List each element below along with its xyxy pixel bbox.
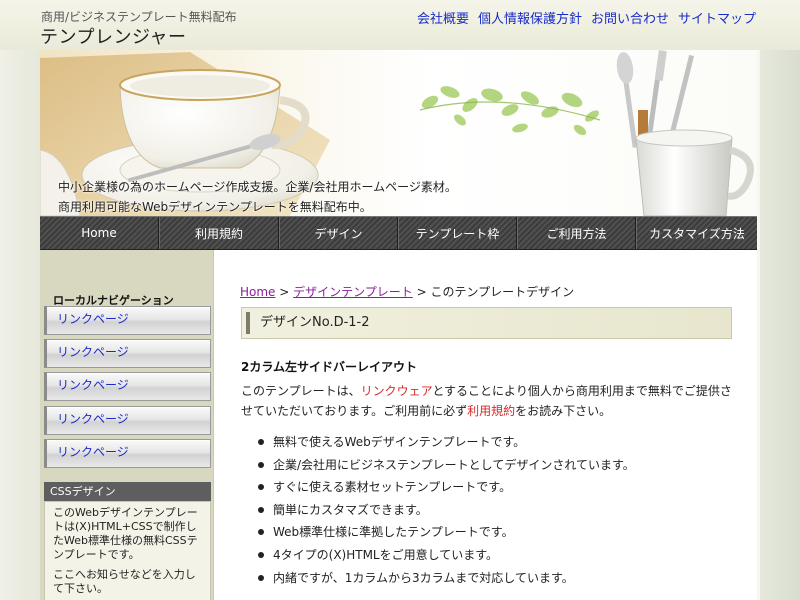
intro-text-3: をお読み下さい。 — [515, 404, 612, 418]
linkware-link[interactable]: リンクウェア — [361, 384, 433, 398]
css-design-box-body: このWebデザインテンプレートは(X)HTML+CSSで制作したWeb標準仕様の… — [44, 501, 211, 600]
feature-list-item: 4タイプの(X)HTMLをご用意しています。 — [254, 544, 744, 567]
feature-list-item: 簡単にカスタマズできます。 — [254, 499, 744, 522]
intro-text-1: このテンプレートは、 — [241, 384, 361, 398]
breadcrumb-separator: > — [412, 285, 431, 299]
feature-list-item: 企業/会社用にビジネステンプレートとしてデザインされています。 — [254, 454, 744, 477]
terms-link[interactable]: 利用規約 — [467, 404, 515, 418]
main-content: Home > デザインテンプレート > このテンプレートデザイン デザインNo.… — [214, 250, 757, 600]
feature-list-item: 内緒ですが、1カラムから3カラムまで対応しています。 — [254, 567, 744, 590]
nav-home[interactable]: Home — [40, 217, 159, 249]
css-design-box-text: このWebデザインテンプレートは(X)HTML+CSSで制作したWeb標準仕様の… — [53, 506, 198, 561]
top-link-contact[interactable]: お問い合わせ — [591, 8, 669, 27]
hero-banner: 中小企業様の為のホームページ作成支援。企業/会社用ホームページ素材。 商用利用可… — [40, 50, 757, 216]
css-design-box-title: CSSデザイン — [44, 482, 211, 501]
sidebar: ローカルナビゲーション リンクページ リンクページ リンクページ リンクページ … — [40, 250, 214, 600]
top-link-sitemap[interactable]: サイトマップ — [678, 8, 756, 27]
hero-caption-line1: 中小企業様の為のホームページ作成支援。企業/会社用ホームページ素材。 — [58, 180, 457, 194]
section-title: 2カラム左サイドバーレイアウト — [241, 360, 417, 374]
top-links: 会社概要 個人情報保護方針 お問い合わせ サイトマップ — [417, 8, 756, 27]
sidebar-link-2[interactable]: リンクページ — [44, 339, 211, 368]
hero-caption: 中小企業様の為のホームページ作成支援。企業/会社用ホームページ素材。 商用利用可… — [58, 177, 457, 216]
heading-marker — [246, 312, 250, 334]
sidebar-link-5[interactable]: リンクページ — [44, 439, 211, 468]
breadcrumb-current: このテンプレートデザイン — [430, 285, 575, 299]
feature-list-item: すぐに使える素材セットテンプレートです。 — [254, 476, 744, 499]
hero-caption-line2: 商用利用可能なWebデザインテンプレートを無料配布中。 — [58, 200, 372, 214]
intro-paragraph: このテンプレートは、リンクウェアとすることにより個人から商用利用まで無料でご提供… — [241, 381, 741, 421]
nav-terms[interactable]: 利用規約 — [159, 217, 279, 249]
nav-template-frame[interactable]: テンプレート枠 — [398, 217, 517, 249]
site-logo[interactable]: テンプレンジャー — [40, 23, 187, 49]
feature-list-item: 無料で使えるWebデザインテンプレートです。 — [254, 431, 744, 454]
breadcrumb-home[interactable]: Home — [240, 285, 275, 299]
sidebar-link-1[interactable]: リンクページ — [44, 306, 211, 335]
feature-list-item: Web標準仕様に準拠したテンプレートです。 — [254, 521, 744, 544]
global-nav: Home 利用規約 デザイン テンプレート枠 ご利用方法 カスタマイズ方法 — [40, 216, 757, 250]
sidebar-link-4[interactable]: リンクページ — [44, 406, 211, 435]
nav-design[interactable]: デザイン — [279, 217, 398, 249]
css-design-box-notice: ここへお知らせなどを入力して下さい。 — [53, 568, 196, 595]
feature-list: 無料で使えるWebデザインテンプレートです。 企業/会社用にビジネステンプレート… — [254, 431, 744, 589]
breadcrumb: Home > デザインテンプレート > このテンプレートデザイン — [240, 283, 574, 300]
top-link-company[interactable]: 会社概要 — [417, 8, 469, 27]
nav-usage[interactable]: ご利用方法 — [517, 217, 636, 249]
top-link-privacy[interactable]: 個人情報保護方針 — [478, 8, 582, 27]
breadcrumb-separator: > — [275, 285, 294, 299]
site-header: 商用/ビジネステンプレート無料配布 テンプレンジャー 会社概要 個人情報保護方針… — [0, 0, 800, 50]
nav-customize[interactable]: カスタマイズ方法 — [636, 217, 757, 249]
sidebar-link-3[interactable]: リンクページ — [44, 372, 211, 401]
breadcrumb-design-template[interactable]: デザインテンプレート — [293, 285, 413, 299]
page-heading: デザインNo.D-1-2 — [241, 307, 732, 339]
page-heading-text: デザインNo.D-1-2 — [260, 315, 370, 330]
